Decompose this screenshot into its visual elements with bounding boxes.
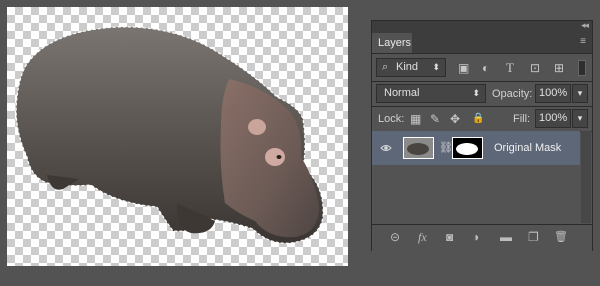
layers-scrollbar[interactable]	[581, 131, 591, 223]
collapse-icon[interactable]: ◂◂	[581, 20, 589, 31]
fx-icon[interactable]: fx	[418, 230, 427, 245]
filter-kind-label: Kind	[396, 61, 419, 73]
panel-title-bar[interactable]: ◂◂	[372, 20, 592, 33]
link-layers-icon[interactable]: ⊝	[390, 230, 400, 244]
blend-mode-value: Normal	[384, 87, 420, 99]
layer-row[interactable]: ⛓ Original Mask	[372, 131, 580, 165]
chevron-updown-icon: ⬍	[432, 62, 440, 72]
opacity-input[interactable]: 100%	[535, 84, 571, 103]
layer-name[interactable]: Original Mask	[494, 142, 561, 154]
opacity-label: Opacity:	[492, 88, 533, 100]
panel-menu-icon[interactable]: ≡	[580, 36, 586, 47]
hippo-eye-area-shape	[265, 148, 285, 166]
lock-label: Lock:	[378, 113, 405, 125]
layer-thumbnail[interactable]	[403, 137, 434, 159]
fill-label: Fill:	[513, 113, 531, 125]
tab-layers[interactable]: Layers	[372, 33, 412, 53]
hippo-ear-shape	[248, 119, 266, 135]
adjustment-filter-icon[interactable]: ◐	[482, 61, 489, 75]
type-filter-icon[interactable]: T	[506, 61, 514, 75]
add-mask-icon[interactable]: ◙	[446, 230, 453, 244]
lock-image-pixels-icon[interactable]: ✎	[430, 112, 440, 126]
blend-mode-select[interactable]: Normal ⬍	[376, 84, 486, 103]
fill-input[interactable]: 100%	[535, 109, 571, 128]
chevron-updown-icon: ⬍	[472, 88, 480, 98]
layers-panel: ◂◂ Layers ≡ ⌕ Kind ⬍ ▣ ◐ T ⊡ ⊞ Normal ⬍ …	[371, 20, 593, 251]
lock-transparent-pixels-icon[interactable]: ▦	[410, 112, 421, 126]
hippo-image	[15, 26, 324, 244]
adjustment-layer-icon[interactable]: ◑	[472, 230, 479, 244]
lock-row: Lock: ▦ ✎ ✥ 🔒 Fill: 100% ▾	[372, 107, 592, 131]
filter-kind-select[interactable]: ⌕ Kind ⬍	[376, 58, 446, 77]
fill-dropdown-button[interactable]: ▾	[572, 109, 588, 128]
shape-filter-icon[interactable]: ⊡	[530, 61, 540, 75]
opacity-dropdown-button[interactable]: ▾	[572, 84, 588, 103]
layers-list: ⛓ Original Mask	[372, 131, 580, 223]
new-group-icon[interactable]: ▬	[500, 230, 512, 244]
delete-layer-icon[interactable]: 🗑	[554, 230, 568, 243]
search-icon: ⌕	[382, 61, 389, 73]
layers-bottom-bar: ⊝ fx ◙ ◑ ▬ ❐ 🗑	[372, 224, 592, 251]
mask-link-icon[interactable]: ⛓	[439, 141, 453, 154]
new-layer-icon[interactable]: ❐	[528, 230, 539, 244]
panel-tab-row: Layers ≡	[372, 33, 592, 54]
lock-all-icon[interactable]: 🔒	[472, 112, 484, 126]
smartobject-filter-icon[interactable]: ⊞	[554, 61, 564, 75]
filter-toggle-switch[interactable]	[578, 60, 586, 76]
blend-row: Normal ⬍ Opacity: 100% ▾	[372, 82, 592, 106]
eye-visibility-icon[interactable]	[380, 142, 392, 154]
document-canvas[interactable]	[7, 7, 348, 266]
image-filter-icon[interactable]: ▣	[458, 61, 469, 75]
hippo-eye-shape	[276, 155, 282, 159]
layer-mask-thumbnail[interactable]	[452, 137, 483, 159]
lock-position-icon[interactable]: ✥	[450, 112, 460, 126]
filter-row: ⌕ Kind ⬍ ▣ ◐ T ⊡ ⊞	[372, 55, 592, 81]
